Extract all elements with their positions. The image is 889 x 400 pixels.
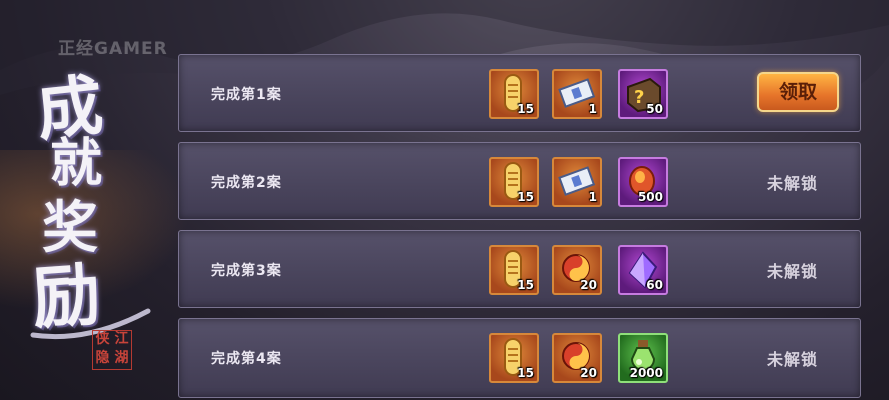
locked-status: 未解锁	[767, 350, 819, 369]
seal-char: 侠	[95, 331, 110, 347]
claim-button[interactable]: 领取	[757, 72, 839, 112]
reward-slot[interactable]: 1	[552, 69, 602, 119]
achievement-label: 完成第2案	[211, 175, 282, 191]
seal-char: 江	[114, 331, 129, 347]
reward-quantity: 1	[588, 102, 597, 116]
achievement-label: 完成第3案	[211, 263, 282, 279]
achievement-list: 完成第1案 15 1 ? 50 领取 完成第2案 15 1 500 未解锁 完成…	[178, 54, 861, 398]
reward-slot[interactable]: 15	[489, 69, 539, 119]
reward-slot[interactable]: 500	[618, 157, 668, 207]
seal-char: 隐	[95, 350, 110, 366]
reward-quantity: 500	[637, 190, 663, 204]
achievement-row: 完成第3案 15 20 60 未解锁	[178, 230, 861, 308]
page-title: 成 就 奖 励	[28, 55, 163, 345]
reward-quantity: 20	[580, 278, 597, 292]
seal-char: 湖	[114, 350, 129, 366]
reward-quantity: 15	[517, 102, 534, 116]
reward-slot[interactable]: 2000	[618, 333, 668, 383]
reward-slot[interactable]: 60	[618, 245, 668, 295]
reward-quantity: 15	[517, 366, 534, 380]
reward-quantity: 2000	[629, 366, 663, 380]
reward-quantity: 1	[588, 190, 597, 204]
achievement-label: 完成第1案	[211, 87, 282, 103]
reward-slot[interactable]: 20	[552, 245, 602, 295]
achievement-row: 完成第4案 15 20 2000 未解锁	[178, 318, 861, 398]
achievement-row: 完成第1案 15 1 ? 50 领取	[178, 54, 861, 132]
reward-slot[interactable]: 15	[489, 245, 539, 295]
reward-slot[interactable]: ? 50	[618, 69, 668, 119]
reward-quantity: 20	[580, 366, 597, 380]
reward-quantity: 15	[517, 190, 534, 204]
reward-quantity: 15	[517, 278, 534, 292]
reward-quantity: 60	[646, 278, 663, 292]
game-seal-logo: 侠 江 隐 湖	[92, 330, 132, 370]
reward-slot[interactable]: 20	[552, 333, 602, 383]
locked-status: 未解锁	[767, 262, 819, 281]
reward-slot[interactable]: 1	[552, 157, 602, 207]
reward-quantity: 50	[646, 102, 663, 116]
locked-status: 未解锁	[767, 174, 819, 193]
reward-slot[interactable]: 15	[489, 157, 539, 207]
svg-text:?: ?	[634, 87, 644, 108]
reward-slot[interactable]: 15	[489, 333, 539, 383]
achievement-label: 完成第4案	[211, 351, 282, 367]
achievement-row: 完成第2案 15 1 500 未解锁	[178, 142, 861, 220]
